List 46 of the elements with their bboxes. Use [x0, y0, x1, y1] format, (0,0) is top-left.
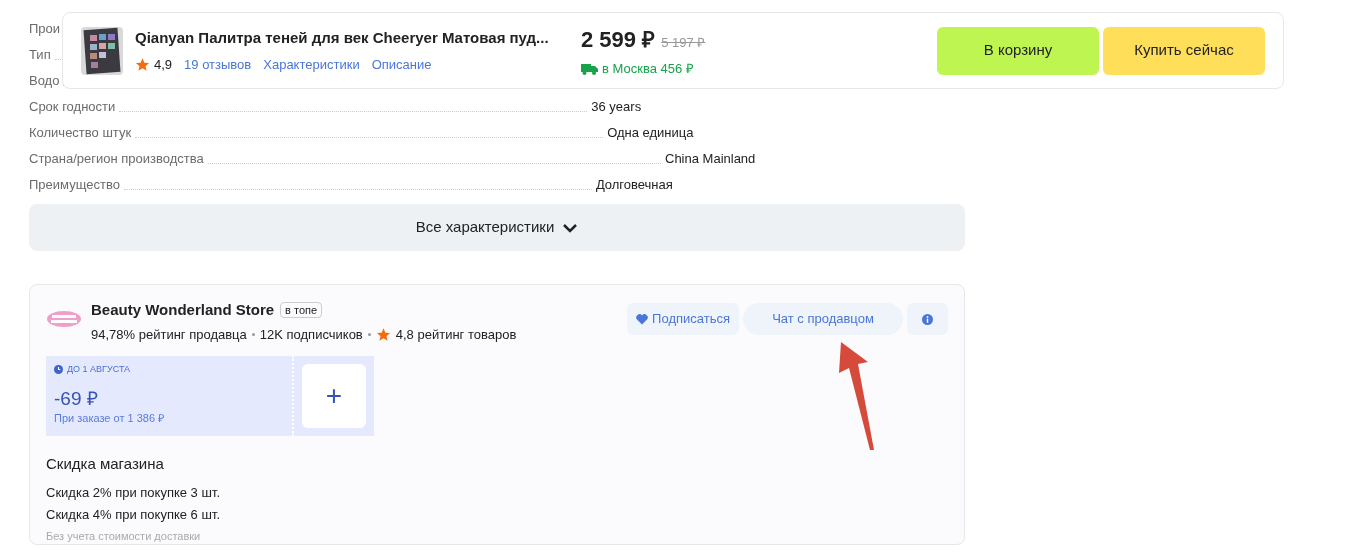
buy-now-button[interactable]: Купить сейчас	[1103, 26, 1265, 75]
product-link[interactable]: Характеристики	[263, 55, 360, 75]
store-stat: 12K подписчиков	[259, 325, 363, 344]
store-stat: 94,78% рейтинг продавца	[91, 325, 247, 344]
coupon-condition: При заказе от 1 386 ₽	[54, 410, 166, 426]
spec-value: Одна единица	[607, 124, 694, 140]
clock-icon	[54, 365, 63, 375]
price: 2 599 ₽	[581, 25, 656, 54]
coupon-amount: -69 ₽	[54, 387, 99, 410]
old-price: 5 197 ₽	[661, 33, 706, 52]
chevron-down-icon	[562, 222, 579, 233]
spec-value: China Mainland	[665, 150, 756, 166]
discount-title: Скидка магазина	[46, 454, 165, 474]
product-title: Qianyan Палитра теней для век Cheeryer Матовая пуд...	[135, 27, 550, 48]
store-name: Beauty Wonderland Store	[91, 300, 275, 320]
delivery-info: в Москва 456 ₽	[602, 59, 694, 78]
delivery-note: Без учета стоимости доставки	[46, 528, 202, 544]
spec-value: Долговечная	[595, 176, 673, 192]
all-specs-button[interactable]: Все характеристики	[29, 204, 965, 251]
info-icon	[922, 313, 933, 325]
spec-label: Преимущество	[29, 175, 120, 194]
store-logo	[46, 309, 82, 329]
store-stat: 4,8 рейтинг товаров	[395, 325, 517, 344]
rating-value: 4,9	[154, 56, 173, 74]
spec-value: 36 years	[591, 98, 642, 114]
heart-icon	[636, 313, 649, 325]
product-link[interactable]: 19 отзывов	[184, 55, 252, 75]
info-button[interactable]	[907, 303, 948, 335]
discount-line: Скидка 2% при покупке 3 шт.	[46, 483, 221, 502]
coupon-deadline: ДО 1 АВГУСТА	[67, 363, 131, 376]
product-link[interactable]: Описание	[371, 55, 432, 75]
spec-label: Страна/регион производства	[29, 149, 204, 168]
spec-label: Водо	[29, 71, 60, 90]
spec-label: Прои	[29, 19, 61, 38]
star-icon	[375, 326, 391, 342]
top-badge: в топе	[280, 302, 323, 319]
star-icon	[135, 57, 150, 73]
discount-line: Скидка 4% при покупке 6 шт.	[46, 506, 221, 524]
truck-icon	[581, 62, 598, 75]
add-coupon-button[interactable]: +	[302, 364, 366, 428]
spec-label: Срок годности	[29, 97, 116, 116]
subscribe-button[interactable]: Подписаться	[627, 303, 739, 335]
cart-button[interactable]: В корзину	[937, 26, 1099, 75]
spec-label: Тип	[29, 45, 51, 64]
chat-button[interactable]: Чат с продавцом	[743, 303, 903, 335]
spec-label: Количество штук	[29, 123, 132, 142]
